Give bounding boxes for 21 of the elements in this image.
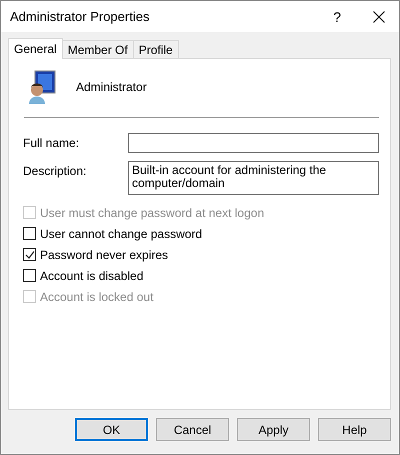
checkbox-label[interactable]: Account is disabled [40, 268, 144, 282]
checkbox[interactable] [23, 227, 36, 240]
checkbox[interactable] [23, 248, 36, 261]
user-name: Administrator [76, 80, 147, 94]
close-icon[interactable] [373, 10, 385, 22]
field-label: Description: [23, 163, 88, 178]
checkbox-label[interactable]: Password never expires [40, 248, 168, 262]
text-field[interactable] [128, 133, 379, 153]
dialog-button[interactable]: OK [75, 418, 148, 441]
dialog-button[interactable]: Cancel [156, 418, 229, 441]
window-title: Administrator Properties [10, 9, 150, 24]
dialog-button[interactable]: Apply [237, 418, 310, 441]
text-field[interactable]: Built-in account for administering the computer/domain [128, 161, 379, 195]
user-computer-icon [27, 70, 57, 104]
checkbox-label[interactable]: User cannot change password [40, 226, 202, 240]
tab[interactable]: General [8, 38, 63, 59]
field-label: Full name: [23, 135, 80, 150]
checkbox[interactable] [23, 269, 36, 282]
help-button[interactable]: ? [329, 8, 345, 24]
tab[interactable]: Profile [132, 40, 179, 58]
dialog-button[interactable]: Help [318, 418, 391, 441]
